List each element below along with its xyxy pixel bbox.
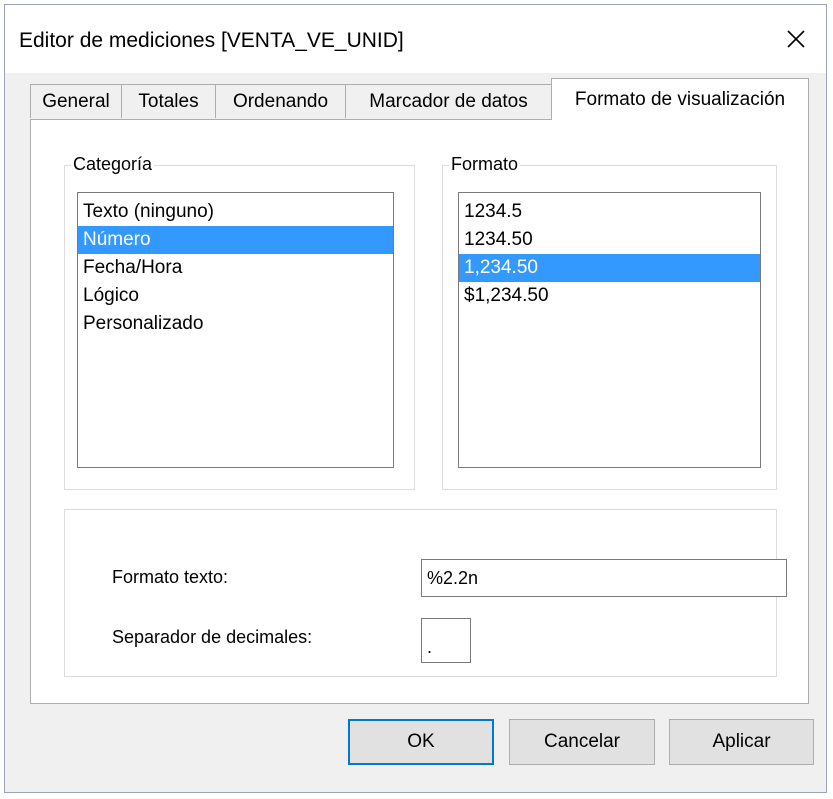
tab-formato-de-visualizacion[interactable]: Formato de visualización: [551, 78, 809, 120]
separador-decimales-input[interactable]: [421, 618, 471, 663]
ok-button[interactable]: OK: [348, 719, 494, 765]
tab-ordenando[interactable]: Ordenando: [215, 84, 346, 118]
formato-group-label: Formato: [449, 154, 521, 175]
formato-item-2[interactable]: 1234.50: [459, 226, 760, 254]
close-icon: [787, 30, 805, 48]
tab-totales[interactable]: Totales: [121, 84, 216, 118]
cancel-button[interactable]: Cancelar: [509, 719, 655, 765]
formato-group: Formato 1234.5 1234.50 1,234.50 $1,234.5…: [442, 154, 777, 490]
text-format-group: Formato texto: Separador de decimales:: [64, 509, 787, 677]
formato-item-4[interactable]: $1,234.50: [459, 282, 760, 310]
close-button[interactable]: [774, 19, 818, 59]
formato-texto-label: Formato texto:: [112, 567, 229, 587]
formato-listbox[interactable]: 1234.5 1234.50 1,234.50 $1,234.50: [458, 192, 761, 468]
categoria-item-texto[interactable]: Texto (ninguno): [78, 198, 393, 226]
separador-decimales-label: Separador de decimales:: [112, 627, 313, 647]
tab-panel-formato: Categoría Texto (ninguno) Número Fecha/H…: [30, 119, 809, 704]
formato-item-3[interactable]: 1,234.50: [459, 254, 760, 282]
categoria-group-label: Categoría: [71, 154, 155, 175]
tab-general[interactable]: General: [30, 84, 122, 118]
categoria-item-logico[interactable]: Lógico: [78, 282, 393, 310]
formato-item-1[interactable]: 1234.5: [459, 198, 760, 226]
categoria-item-numero[interactable]: Número: [78, 226, 393, 254]
formato-texto-input[interactable]: [421, 559, 787, 597]
categoria-item-fecha-hora[interactable]: Fecha/Hora: [78, 254, 393, 282]
title-bar: Editor de mediciones [VENTA_VE_UNID]: [5, 5, 826, 73]
tab-marcador-de-datos[interactable]: Marcador de datos: [345, 84, 552, 118]
categoria-group: Categoría Texto (ninguno) Número Fecha/H…: [64, 154, 415, 490]
apply-button[interactable]: Aplicar: [669, 719, 814, 765]
window-title: Editor de mediciones [VENTA_VE_UNID]: [19, 29, 404, 52]
categoria-item-personalizado[interactable]: Personalizado: [78, 310, 393, 338]
categoria-listbox[interactable]: Texto (ninguno) Número Fecha/Hora Lógico…: [77, 192, 394, 468]
